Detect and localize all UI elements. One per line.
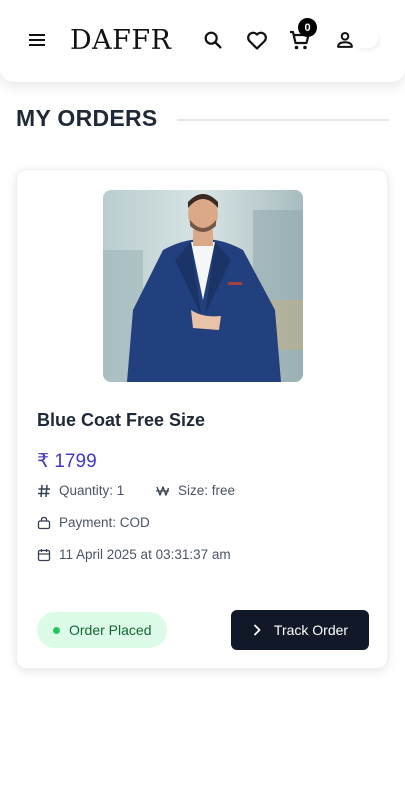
size-info: Size: free	[155, 483, 235, 498]
status-text: Order Placed	[69, 622, 152, 638]
header-toggle[interactable]	[352, 30, 378, 48]
product-price: ₹ 1799	[37, 451, 97, 472]
heart-icon	[247, 31, 267, 50]
order-status-badge: Order Placed	[37, 612, 168, 648]
hash-icon	[38, 484, 50, 497]
search-button[interactable]	[201, 28, 225, 52]
title-divider	[177, 119, 389, 121]
product-name[interactable]: Blue Coat Free Size	[37, 410, 205, 431]
menu-icon	[29, 34, 45, 46]
top-header: DAFFR 0	[0, 0, 405, 82]
size-text: Size: free	[178, 483, 236, 498]
menu-button[interactable]	[26, 30, 48, 50]
wishlist-button[interactable]	[245, 28, 269, 52]
calendar-icon	[37, 548, 51, 561]
track-order-button[interactable]: Track Order	[231, 610, 369, 650]
order-card: Blue Coat Free Size ₹ 1799 Quantity: 1 S…	[16, 169, 388, 669]
payment-text: Payment: COD	[59, 515, 150, 530]
product-image[interactable]	[103, 190, 303, 382]
status-dot	[53, 626, 60, 634]
cart-count-badge: 0	[298, 18, 317, 37]
bag-icon	[37, 516, 51, 529]
quantity-text: Quantity: 1	[59, 483, 125, 498]
size-icon	[156, 485, 170, 496]
order-date-info: 11 April 2025 at 03:31:37 am	[37, 547, 231, 562]
chevron-right-icon	[254, 624, 261, 636]
brand-logo[interactable]: DAFFR	[70, 26, 171, 56]
quantity-info: Quantity: 1	[37, 483, 124, 498]
search-icon	[204, 31, 222, 49]
order-date-text: 11 April 2025 at 03:31:37 am	[59, 547, 231, 562]
payment-info: Payment: COD	[37, 515, 150, 530]
track-order-label: Track Order	[273, 622, 349, 638]
page-title: MY ORDERS	[16, 105, 158, 131]
